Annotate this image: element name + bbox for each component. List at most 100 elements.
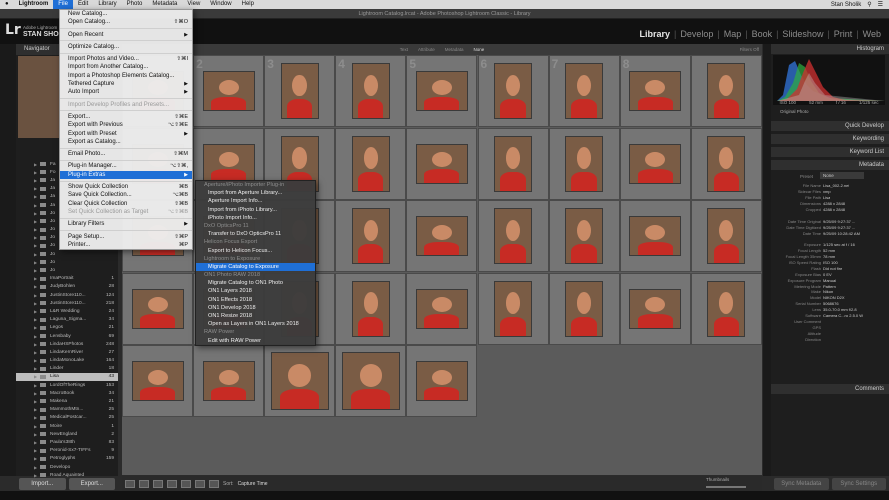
disclosure-triangle-icon[interactable]: ▶ <box>34 162 37 167</box>
filter-none[interactable]: None <box>474 47 485 52</box>
disclosure-triangle-icon[interactable]: ▶ <box>34 178 37 183</box>
grid-view-icon[interactable] <box>125 479 135 488</box>
grid-cell[interactable] <box>193 345 265 417</box>
grid-cell[interactable] <box>335 345 407 417</box>
photo-thumbnail[interactable] <box>132 289 183 328</box>
grid-cell[interactable] <box>406 272 478 345</box>
folder-row[interactable]: ▶ Jo <box>16 250 118 258</box>
menu-item-export-with-preset[interactable]: Export with Preset ▶ <box>60 130 192 138</box>
photo-thumbnail[interactable] <box>342 353 399 409</box>
menu-item-library-filters[interactable]: Library Filters ▶ <box>60 220 192 228</box>
menu-item-auto-import[interactable]: Auto Import ▶ <box>60 88 192 96</box>
menu-item-show-quick-collection[interactable]: Show Quick Collection ⌘B <box>60 183 192 191</box>
disclosure-triangle-icon[interactable]: ▶ <box>34 358 37 363</box>
folder-row[interactable]: ▶ L&R Wedding 24 <box>16 307 118 315</box>
grid-cell[interactable] <box>690 200 762 272</box>
menu-item-import-photos-and-video[interactable]: Import Photos and Video... ⇧⌘I <box>60 55 192 63</box>
submenu-item-edit-with-raw-power[interactable]: Edit with RAW Power <box>196 337 315 345</box>
photo-thumbnail[interactable] <box>271 353 328 409</box>
photo-thumbnail[interactable] <box>352 136 389 191</box>
submenu-item-iphoto-import-info[interactable]: iPhoto Import Info... <box>196 214 315 222</box>
grid-cell[interactable] <box>619 127 691 200</box>
disclosure-triangle-icon[interactable]: ▶ <box>34 170 37 175</box>
module-develop[interactable]: Develop <box>676 29 717 39</box>
menubar-photo[interactable]: Photo <box>122 0 148 9</box>
submenu-item-migrate-catalog-to-on1-photo[interactable]: Migrate Catalog to ON1 Photo <box>196 279 315 287</box>
folder-row[interactable]: ▶ Petroglyphs 159 <box>16 455 118 463</box>
disclosure-triangle-icon[interactable]: ▶ <box>34 366 37 371</box>
menubar-library[interactable]: Library <box>93 0 121 9</box>
photo-thumbnail[interactable] <box>630 289 681 328</box>
menu-item-import-develop-profiles-and-presets[interactable]: Import Develop Profiles and Presets... <box>60 101 192 109</box>
filter-metadata[interactable]: Metadata <box>445 47 464 52</box>
disclosure-triangle-icon[interactable]: ▶ <box>34 334 37 339</box>
folder-row[interactable]: ▶ LindaHSPhotos 248 <box>16 340 118 348</box>
photo-thumbnail[interactable] <box>416 144 467 183</box>
sync-settings-button[interactable]: Sync Settings <box>831 478 886 490</box>
grid-cell[interactable] <box>619 200 691 272</box>
disclosure-triangle-icon[interactable]: ▶ <box>34 203 37 208</box>
grid-cell[interactable] <box>406 345 478 417</box>
photo-thumbnail[interactable] <box>281 64 318 118</box>
module-web[interactable]: Web <box>859 29 885 39</box>
submenu-item-migrate-catalog-to-exposure[interactable]: Migrate Catalog to Exposure <box>196 262 315 272</box>
photo-thumbnail[interactable] <box>416 217 467 255</box>
folder-row[interactable]: ▶ JustinStore110... 124 <box>16 291 118 299</box>
photo-thumbnail[interactable] <box>495 209 531 263</box>
photo-thumbnail[interactable] <box>203 362 254 400</box>
keywording-header[interactable]: Keywording <box>771 134 889 144</box>
photo-thumbnail[interactable] <box>132 362 183 400</box>
folder-row[interactable]: ▶ Lensbaby 69 <box>16 332 118 340</box>
disclosure-triangle-icon[interactable]: ▶ <box>34 415 37 420</box>
menu-item-plug-in-manager[interactable]: Plug-in Manager... ⌥⇧⌘, <box>60 162 192 170</box>
disclosure-triangle-icon[interactable]: ▶ <box>34 448 37 453</box>
menu-item-export[interactable]: Export... ⇧⌘E <box>60 113 192 121</box>
filmstrip-edge[interactable] <box>0 491 889 500</box>
grid-cell[interactable]: 8 <box>619 55 691 127</box>
disclosure-triangle-icon[interactable]: ▶ <box>34 260 37 265</box>
photo-thumbnail[interactable] <box>708 281 745 336</box>
folder-row[interactable]: ▶ LindaKernRiver 27 <box>16 348 118 356</box>
disclosure-triangle-icon[interactable]: ▶ <box>34 407 37 412</box>
left-panel-edge[interactable] <box>0 44 16 476</box>
photo-thumbnail[interactable] <box>630 72 681 110</box>
submenu-item-on1-resize-2018[interactable]: ON1 Resize 2018 <box>196 312 315 320</box>
control-center-icon[interactable]: ☰ <box>878 1 883 8</box>
menubar-edit[interactable]: Edit <box>73 0 93 9</box>
grid-cell[interactable] <box>477 272 549 345</box>
submenu-item-open-as-layers-in-on1-layers-2018[interactable]: Open as Layers in ON1 Layers 2018 <box>196 320 315 328</box>
disclosure-triangle-icon[interactable]: ▶ <box>34 325 37 330</box>
survey-view-icon[interactable] <box>167 479 177 488</box>
disclosure-triangle-icon[interactable]: ▶ <box>34 342 37 347</box>
export-button[interactable]: Export... <box>68 478 115 490</box>
module-library[interactable]: Library <box>635 29 674 39</box>
folder-row[interactable]: ▶ ImaPortrait 1 <box>16 275 118 283</box>
thumbnail-size-slider[interactable] <box>706 486 746 488</box>
grid-cell[interactable]: 4 <box>335 55 407 127</box>
grid-cell[interactable] <box>122 345 193 417</box>
menu-item-plug-in-extras[interactable]: Plug-in Extras ▶ <box>60 170 192 180</box>
menu-item-page-setup[interactable]: Page Setup... ⇧⌘P <box>60 233 192 241</box>
module-book[interactable]: Book <box>748 29 777 39</box>
folder-row[interactable]: ▶ NewEngland 2 <box>16 430 118 438</box>
grid-cell[interactable] <box>406 127 478 200</box>
module-slideshow[interactable]: Slideshow <box>778 29 827 39</box>
menu-item-set-quick-collection-as-target[interactable]: Set Quick Collection as Target ⌥⇧⌘B <box>60 208 192 216</box>
menu-item-new-catalog[interactable]: New Catalog... <box>60 10 192 18</box>
grid-cell[interactable] <box>619 272 691 345</box>
menu-item-email-photo[interactable]: Email Photo... ⇧⌘M <box>60 150 192 158</box>
menubar-user[interactable]: Stan Sholik <box>831 2 861 8</box>
disclosure-triangle-icon[interactable]: ▶ <box>34 276 37 281</box>
people-view-icon[interactable] <box>181 479 191 488</box>
disclosure-triangle-icon[interactable]: ▶ <box>34 219 37 224</box>
grid-cell[interactable] <box>548 272 620 345</box>
submenu-item-transfer-to-dxo-opticspro-11[interactable]: Transfer to DxO OpticsPro 11 <box>196 230 315 238</box>
submenu-item-import-from-aperture-library[interactable]: Import from Aperture Library... <box>196 189 315 197</box>
photo-thumbnail[interactable] <box>566 136 603 191</box>
photo-thumbnail[interactable] <box>495 64 531 118</box>
menubar-metadata[interactable]: Metadata <box>147 0 182 9</box>
grid-cell[interactable] <box>690 272 762 345</box>
sort-direction-icon[interactable] <box>209 479 219 488</box>
disclosure-triangle-icon[interactable]: ▶ <box>34 293 37 298</box>
photo-thumbnail[interactable] <box>203 72 254 110</box>
